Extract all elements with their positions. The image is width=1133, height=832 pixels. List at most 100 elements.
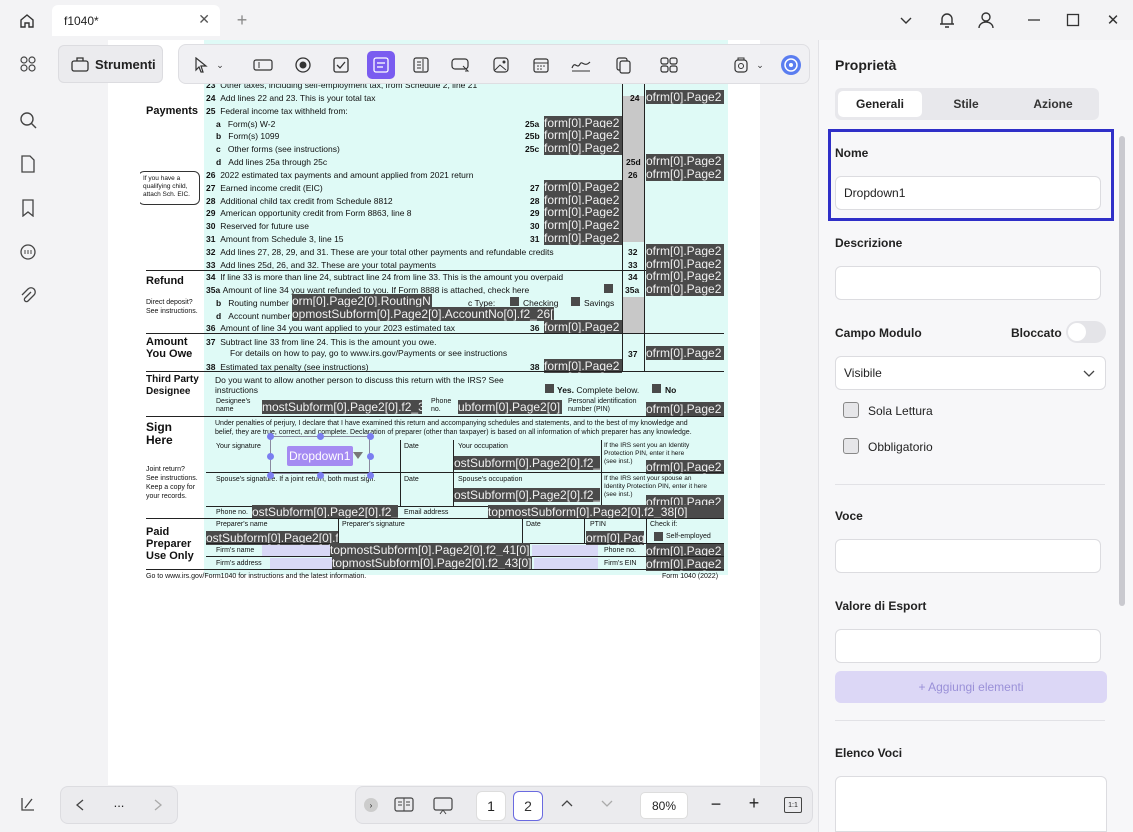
form8888-checkbox[interactable]: [604, 284, 613, 293]
aggiungi-elementi-button[interactable]: + Aggiungi elementi: [835, 671, 1107, 703]
field-26[interactable]: ofrm[0].Page2: [646, 167, 724, 181]
more-options[interactable]: ...: [109, 795, 129, 810]
field-36[interactable]: form[0].Page2: [544, 320, 622, 334]
actual-size-icon[interactable]: 1:1: [784, 797, 802, 813]
firm-name-field[interactable]: topmostSubform[0].Page2[0].f2_41[0]: [330, 543, 530, 557]
checking-checkbox[interactable]: [510, 297, 519, 306]
chevron-down-icon[interactable]: ⌄: [213, 51, 227, 79]
image-field-icon[interactable]: [487, 51, 515, 79]
chevron-down-icon[interactable]: [600, 797, 618, 813]
chevron-up-icon[interactable]: [560, 797, 578, 813]
form-recognition-icon[interactable]: [727, 51, 755, 79]
page-2-button[interactable]: 2: [513, 791, 543, 821]
new-tab-icon[interactable]: +: [232, 10, 252, 30]
field-35a[interactable]: ofrm[0].Page2: [646, 282, 724, 296]
visibility-select[interactable]: Visibile: [835, 356, 1106, 390]
panel-scrollbar[interactable]: [1119, 136, 1125, 606]
close-tab-icon[interactable]: ✕: [198, 11, 210, 28]
field-25c[interactable]: form[0].Page2: [544, 141, 622, 155]
account-number-field[interactable]: opmostSubform[0].Page2[0].AccountNo[0].f…: [292, 307, 554, 321]
user-icon[interactable]: [975, 9, 997, 31]
signature-field-icon[interactable]: [567, 51, 595, 79]
field-31[interactable]: form[0].Page2: [544, 231, 622, 245]
copy-fields-icon[interactable]: [609, 51, 637, 79]
field-32[interactable]: ofrm[0].Page2: [646, 244, 724, 258]
back-icon[interactable]: [71, 796, 89, 814]
designee-name-field[interactable]: mostSubform[0].Page2[0].f2_3: [262, 400, 422, 414]
chevron-down-icon[interactable]: ⌄: [753, 51, 767, 79]
no-checkbox[interactable]: [652, 384, 661, 393]
bell-icon[interactable]: [936, 9, 958, 31]
chevron-down-icon[interactable]: [896, 10, 916, 30]
maximize-icon[interactable]: [1063, 10, 1083, 30]
text-field-icon[interactable]: [249, 51, 277, 79]
sola-lettura-checkbox[interactable]: [843, 402, 859, 418]
yes-checkbox[interactable]: [545, 384, 554, 393]
forward-icon[interactable]: [149, 796, 167, 814]
designee-phone-field[interactable]: ubform[0].Page2[0]: [458, 400, 562, 414]
two-page-view-icon[interactable]: [394, 796, 414, 814]
comment-icon[interactable]: [14, 238, 42, 266]
elenco-voci-list[interactable]: [835, 776, 1107, 832]
ai-assistant-icon[interactable]: [777, 51, 805, 79]
home-icon[interactable]: [14, 8, 40, 34]
field-24[interactable]: ofrm[0].Page2: [646, 90, 724, 104]
descrizione-input[interactable]: [835, 266, 1101, 300]
resize-handle[interactable]: [317, 433, 324, 440]
strumenti-button[interactable]: Strumenti: [58, 45, 163, 83]
minimize-icon[interactable]: [1024, 10, 1044, 30]
field-37[interactable]: ofrm[0].Page2: [646, 346, 724, 360]
valore-input[interactable]: [835, 629, 1101, 663]
date-field-icon[interactable]: [527, 51, 555, 79]
arrange-fields-icon[interactable]: [655, 51, 683, 79]
collapse-icon[interactable]: ›: [364, 798, 378, 812]
resize-handle[interactable]: [267, 453, 274, 460]
firm-address-field[interactable]: topmostSubform[0].Page2[0].f2_43[0]: [332, 556, 532, 570]
field-27[interactable]: form[0].Page2: [544, 180, 622, 194]
list-box-icon[interactable]: [407, 51, 435, 79]
nome-input[interactable]: Dropdown1: [835, 176, 1101, 210]
voce-input[interactable]: [835, 539, 1101, 573]
zoom-out-icon[interactable]: −: [706, 794, 726, 814]
spouse-occupation-field[interactable]: ostSubform[0].Page2[0].f2_3: [454, 488, 600, 502]
close-window-icon[interactable]: ✕: [1103, 10, 1123, 30]
bookmark-icon[interactable]: [14, 194, 42, 222]
attachment-icon[interactable]: [14, 282, 42, 310]
document-tab[interactable]: f1040* ✕: [52, 5, 220, 36]
layers-icon[interactable]: [14, 790, 42, 818]
dropdown1-field[interactable]: Dropdown1: [287, 446, 353, 466]
thumbnails-icon[interactable]: [14, 50, 42, 78]
dropdown-field-icon[interactable]: [367, 51, 395, 79]
resize-handle[interactable]: [367, 433, 374, 440]
routing-number-field[interactable]: orm[0].Page2[0].RoutingN: [292, 294, 432, 308]
bloccato-toggle[interactable]: [1066, 321, 1106, 343]
field-34[interactable]: ofrm[0].Page2: [646, 269, 724, 283]
page-icon[interactable]: [14, 150, 42, 178]
email-field[interactable]: topmostSubform[0].Page2[0].f2_38[0]: [488, 505, 724, 519]
resize-handle[interactable]: [267, 433, 274, 440]
resize-handle[interactable]: [317, 472, 324, 479]
field-30[interactable]: form[0].Page2: [544, 218, 622, 232]
occupation-field[interactable]: ostSubform[0].Page2[0].f2_3: [454, 456, 600, 470]
savings-checkbox[interactable]: [571, 297, 580, 306]
resize-handle[interactable]: [367, 453, 374, 460]
tab-generali[interactable]: Generali: [838, 91, 922, 117]
resize-handle[interactable]: [367, 472, 374, 479]
page-1-button[interactable]: 1: [476, 791, 506, 821]
zoom-in-icon[interactable]: +: [744, 793, 764, 813]
obbligatorio-checkbox[interactable]: [843, 438, 859, 454]
checkbox-icon[interactable]: [327, 51, 355, 79]
tab-stile[interactable]: Stile: [926, 91, 1006, 117]
tab-azione[interactable]: Azione: [1010, 91, 1096, 117]
button-field-icon[interactable]: [447, 51, 475, 79]
radio-button-icon[interactable]: [289, 51, 317, 79]
self-employed-checkbox[interactable]: [654, 532, 663, 541]
search-icon[interactable]: [14, 106, 42, 134]
zoom-level[interactable]: 80%: [640, 792, 688, 819]
field-25b[interactable]: form[0].Page2: [544, 128, 622, 142]
phone-field[interactable]: ostSubform[0].Page2[0].f2_3: [252, 505, 398, 519]
select-pointer-icon[interactable]: [187, 51, 215, 79]
presentation-icon[interactable]: [432, 796, 454, 816]
field-25d[interactable]: ofrm[0].Page2: [646, 154, 724, 168]
field-29[interactable]: form[0].Page2: [544, 205, 622, 219]
